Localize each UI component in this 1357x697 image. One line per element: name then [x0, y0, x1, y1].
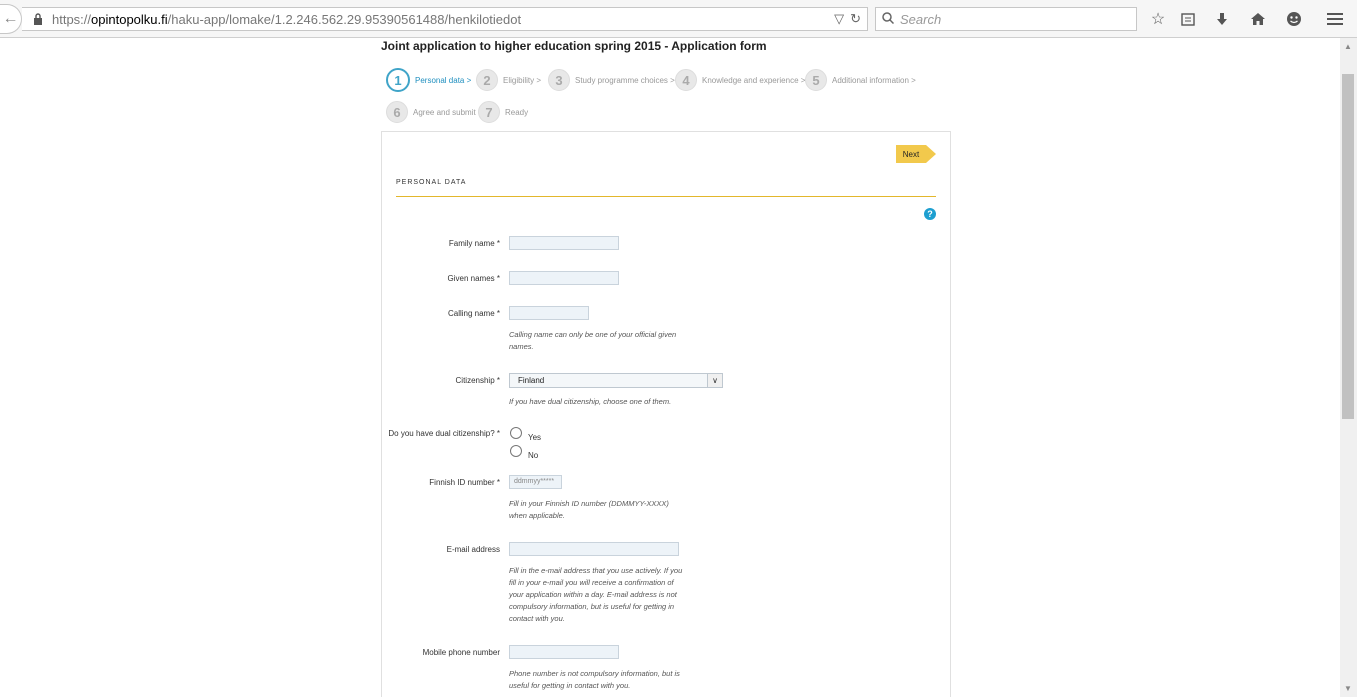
hint-line: Calling name can only be one of your off… [509, 330, 677, 339]
step-number: 1 [386, 68, 410, 92]
step-label: Ready [505, 107, 529, 117]
step-number: 6 [386, 101, 408, 123]
dual-citizenship-label: Do you have dual citizenship? * [388, 429, 500, 438]
step-agree-submit[interactable]: 6 Agree and submit [386, 101, 476, 123]
scrollbar-thumb[interactable] [1342, 74, 1354, 419]
given-names-input[interactable] [509, 271, 619, 285]
mobile-phone-hint: Phone number is not compulsory informati… [509, 668, 680, 692]
search-icon [882, 11, 895, 27]
next-button[interactable]: Next [896, 145, 926, 163]
hint-line: fill in your e-mail you will receive a c… [509, 578, 674, 587]
hint-line: contact with you. [509, 614, 565, 623]
section-divider [396, 196, 936, 197]
reading-list-icon[interactable] [1178, 9, 1198, 29]
hint-line: useful for getting in contact with you. [509, 681, 631, 690]
email-field[interactable] [509, 542, 679, 556]
email-label: E-mail address [446, 545, 500, 554]
address-bar[interactable]: https://opintopolku.fi/haku-app/lomake/1… [22, 7, 868, 31]
next-arrow-icon[interactable] [926, 145, 936, 163]
step-label: Agree and submit [413, 107, 476, 117]
step-eligibility[interactable]: 2 Eligibility > [476, 69, 541, 91]
finnish-id-label: Finnish ID number * [429, 478, 500, 487]
step-number: 3 [548, 69, 570, 91]
search-bar[interactable]: Search [875, 7, 1137, 31]
calling-name-label: Calling name * [447, 309, 500, 318]
finnish-id-hint: Fill in your Finnish ID number (DDMMYY-X… [509, 498, 669, 522]
help-icon[interactable]: ? [924, 208, 936, 220]
menu-icon[interactable] [1325, 9, 1345, 29]
form-panel: Next PERSONAL DATA ? Family name * Given… [381, 131, 951, 697]
step-ready[interactable]: 7 Ready [478, 101, 528, 123]
citizenship-select[interactable]: Finland ∨ [509, 373, 723, 388]
hint-line: compulsory information, but is useful fo… [509, 602, 675, 611]
dual-citizenship-no-radio[interactable] [510, 445, 522, 457]
scroll-up-icon[interactable]: ▲ [1344, 42, 1352, 51]
mobile-phone-label: Mobile phone number [422, 648, 500, 657]
calling-name-input[interactable] [509, 306, 589, 320]
hello-icon[interactable] [1284, 9, 1304, 29]
family-name-input[interactable] [509, 236, 619, 250]
step-label: Personal data > [415, 75, 472, 85]
step-knowledge-experience[interactable]: 4 Knowledge and experience > [675, 69, 805, 91]
bookmark-star-icon[interactable]: ☆ [1148, 9, 1168, 29]
hint-line: names. [509, 342, 534, 351]
hint-line: Fill in the e-mail address that you use … [509, 566, 683, 575]
dropdown-icon[interactable]: ▽ [834, 11, 844, 27]
reload-icon[interactable]: ↻ [850, 11, 861, 27]
step-number: 2 [476, 69, 498, 91]
vertical-scrollbar[interactable]: ▲ ▼ [1340, 38, 1357, 697]
chevron-down-icon[interactable]: ∨ [707, 374, 722, 387]
page-content: Joint application to higher education sp… [0, 38, 1340, 697]
section-title: PERSONAL DATA [396, 179, 467, 186]
citizenship-label: Citizenship * [455, 376, 500, 385]
hint-line: Phone number is not compulsory informati… [509, 669, 680, 678]
hint-line: Fill in your Finnish ID number (DDMMYY-X… [509, 499, 669, 508]
step-number: 7 [478, 101, 500, 123]
email-hint: Fill in the e-mail address that you use … [509, 565, 682, 625]
browser-toolbar: ← https://opintopolku.fi/haku-app/lomake… [0, 0, 1357, 38]
step-label: Eligibility > [503, 75, 542, 85]
back-button[interactable]: ← [0, 4, 22, 34]
page-title: Joint application to higher education sp… [381, 39, 767, 53]
step-label: Additional information > [832, 75, 916, 85]
url-host: opintopolku.fi [91, 11, 168, 27]
url-path: /haku-app/lomake/1.2.246.562.29.95390561… [167, 11, 522, 27]
download-icon[interactable] [1212, 9, 1232, 29]
step-study-programme-choices[interactable]: 3 Study programme choices > [548, 69, 675, 91]
citizenship-selected-value: Finland [518, 376, 545, 385]
step-label: Study programme choices > [575, 75, 675, 85]
hint-line: when applicable. [509, 511, 565, 520]
step-label: Knowledge and experience > [702, 75, 806, 85]
search-placeholder: Search [900, 11, 942, 27]
home-icon[interactable] [1248, 9, 1268, 29]
step-number: 4 [675, 69, 697, 91]
step-additional-information[interactable]: 5 Additional information > [805, 69, 916, 91]
back-arrow-icon: ← [2, 10, 19, 27]
lock-icon [30, 13, 46, 25]
family-name-label: Family name * [448, 239, 500, 248]
given-names-label: Given names * [447, 274, 500, 283]
dual-citizenship-yes-label: Yes [528, 433, 542, 442]
citizenship-hint: If you have dual citizenship, choose one… [509, 397, 672, 406]
hint-line: your application within a day. E-mail ad… [509, 590, 677, 599]
dual-citizenship-no-label: No [528, 451, 539, 460]
calling-name-hint: Calling name can only be one of your off… [509, 329, 676, 353]
dual-citizenship-yes-radio[interactable] [510, 427, 522, 439]
mobile-phone-input[interactable] [509, 645, 619, 659]
finnish-id-input[interactable]: ddmmyy***** [509, 475, 562, 489]
url-prefix: https:// [52, 11, 92, 27]
scroll-down-icon[interactable]: ▼ [1344, 684, 1352, 693]
step-personal-data[interactable]: 1 Personal data > [386, 68, 471, 92]
step-number: 5 [805, 69, 827, 91]
